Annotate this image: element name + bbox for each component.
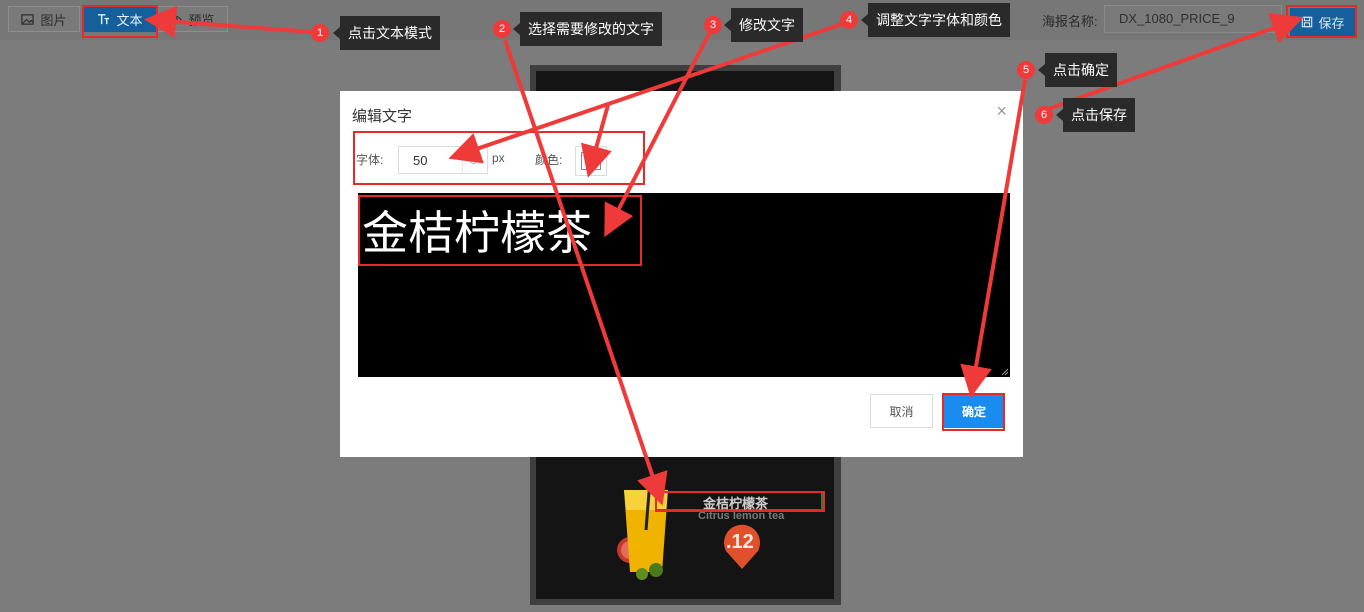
image-mode-label: 图片 <box>40 12 67 28</box>
poster-name-label: 海报名称: <box>1042 14 1098 29</box>
toolbar: 图片 文本 预览 海报名称: DX_1080_PRICE_9 保存 <box>0 0 1364 40</box>
poster-name-input[interactable]: DX_1080_PRICE_9 <box>1104 5 1282 33</box>
cancel-button[interactable]: 取消 <box>870 394 933 428</box>
step-5-label: 点击确定 <box>1038 53 1117 87</box>
highlight-text-mode <box>82 5 158 38</box>
step-1-number: 1 <box>311 24 329 42</box>
step-6-label: 点击保存 <box>1056 98 1135 132</box>
eye-icon <box>169 15 183 23</box>
step-3-label: 修改文字 <box>724 8 803 42</box>
dialog-title: 编辑文字 <box>352 108 413 125</box>
image-icon <box>21 13 35 25</box>
step-4-number: 4 <box>840 11 858 29</box>
highlight-poster-text <box>655 491 825 512</box>
step-6-number: 6 <box>1035 106 1053 124</box>
close-icon[interactable]: × <box>996 101 1007 122</box>
highlight-save <box>1286 5 1357 38</box>
step-4-label: 调整文字字体和颜色 <box>861 3 1010 37</box>
image-mode-button[interactable]: 图片 <box>8 6 80 32</box>
preview-label: 预览 <box>188 12 215 28</box>
step-3-number: 3 <box>704 16 722 34</box>
step-2-label: 选择需要修改的文字 <box>513 12 662 46</box>
highlight-confirm <box>942 393 1005 431</box>
step-1-label: 点击文本模式 <box>333 16 440 50</box>
step-5-number: 5 <box>1017 61 1035 79</box>
preview-button[interactable]: 预览 <box>156 6 228 32</box>
step-2-number: 2 <box>493 20 511 38</box>
highlight-text-input <box>358 195 642 266</box>
poster-price[interactable]: .12 <box>726 531 754 554</box>
highlight-font-color <box>353 131 645 185</box>
resize-handle-icon[interactable] <box>1001 368 1009 376</box>
